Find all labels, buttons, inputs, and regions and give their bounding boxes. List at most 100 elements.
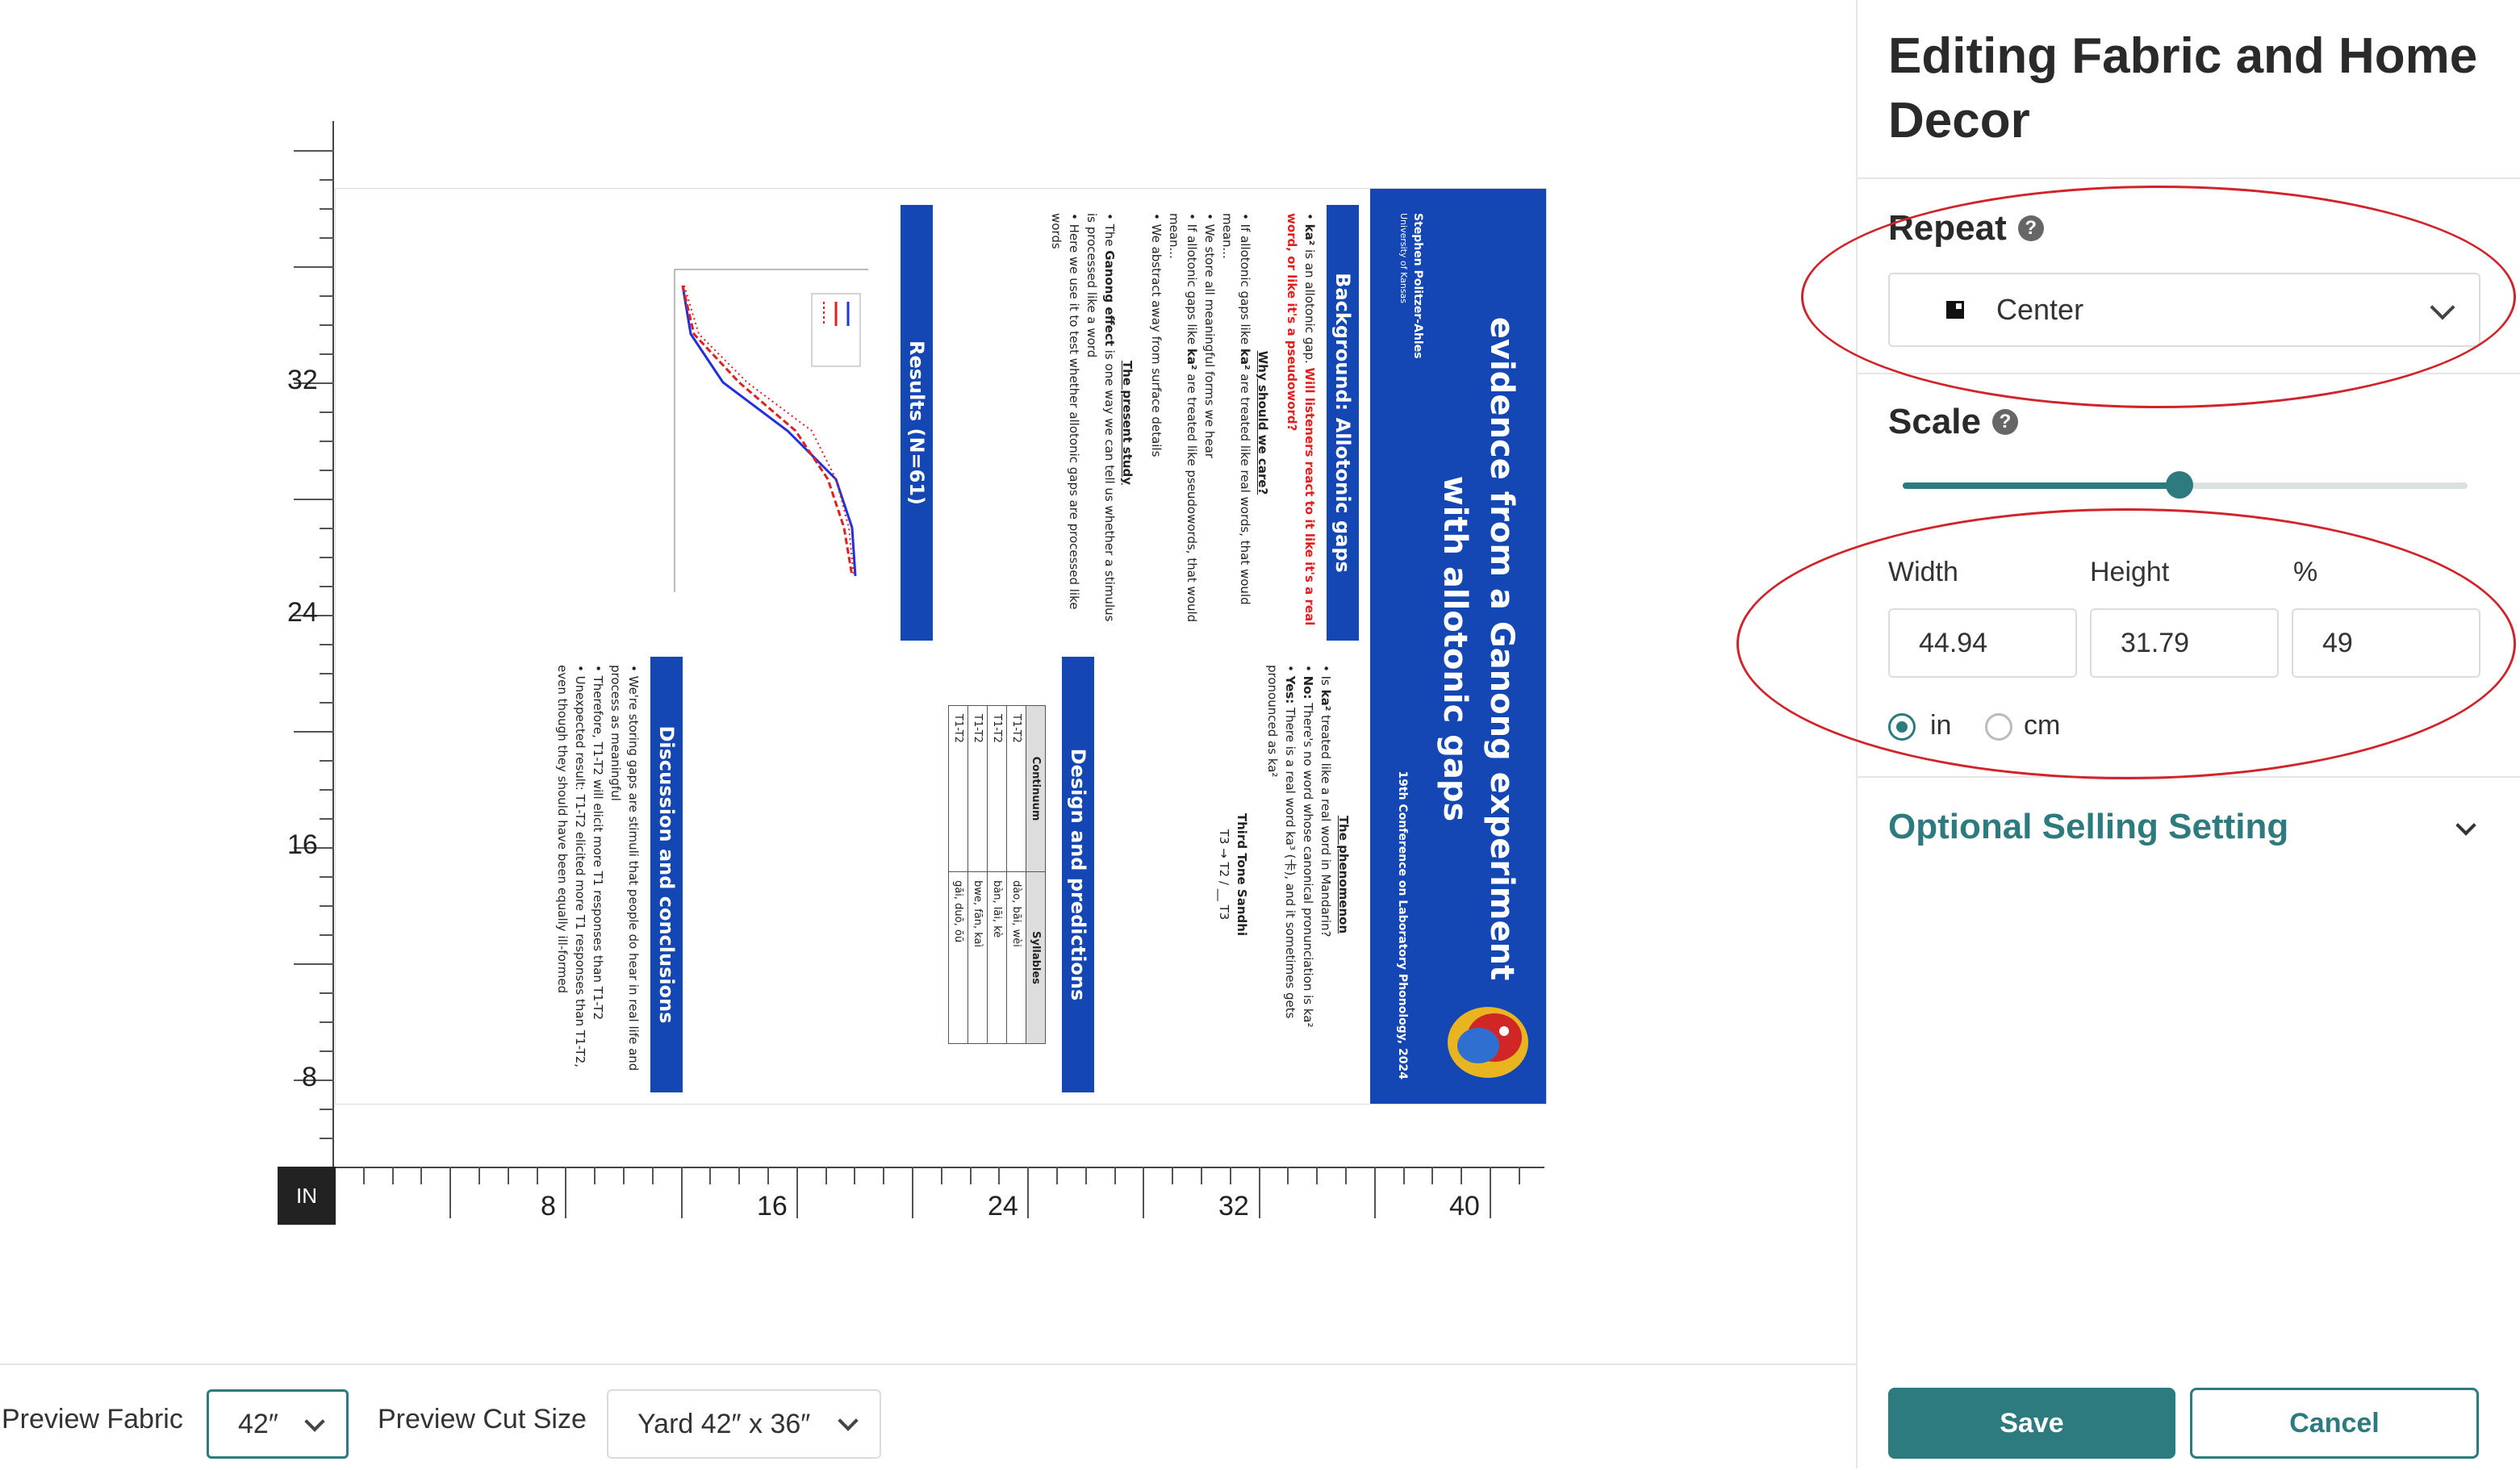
preview-fabric-label: Preview Fabric	[2, 1404, 183, 1435]
ruler-tick	[320, 992, 334, 994]
ruler-tick	[294, 266, 334, 268]
background-text: • ka² is an allotonic gap. Will listener…	[1049, 213, 1317, 626]
horizontal-ruler: 8 16 24 32 40	[334, 1167, 1544, 1223]
vertical-ruler: 32 24 16 8	[282, 121, 334, 1197]
ruler-label: 32	[1218, 1191, 1249, 1222]
unit-cm-radio[interactable]	[1985, 713, 2012, 741]
poster-author: Stephen Politzer-Ahles University of Kan…	[1398, 213, 1424, 359]
ruler-tick	[680, 1167, 683, 1218]
ruler-tick	[623, 1167, 625, 1184]
ruler-label: 8	[302, 1062, 317, 1092]
ruler-tick	[1431, 1167, 1434, 1184]
ruler-tick	[320, 1021, 334, 1023]
ruler-tick	[1056, 1167, 1058, 1184]
ruler-tick	[767, 1167, 769, 1184]
divider	[1858, 373, 2520, 374]
unit-badge: IN	[278, 1167, 336, 1225]
results-chart	[674, 269, 868, 592]
ruler-tick	[320, 644, 334, 645]
ruler-label: 24	[287, 597, 318, 628]
ruler-tick	[320, 441, 334, 442]
ruler-tick	[320, 411, 334, 413]
percent-field[interactable]: 49	[2292, 608, 2480, 678]
cancel-button[interactable]: Cancel	[2190, 1388, 2479, 1459]
ruler-tick	[449, 1167, 452, 1218]
ruler-tick	[294, 731, 334, 733]
width-label: Width	[1888, 557, 1958, 587]
optional-selling-toggle[interactable]: Optional Selling Setting	[1888, 807, 2288, 847]
ruler-tick	[1345, 1167, 1347, 1184]
ruler-label: 32	[287, 365, 318, 395]
ruler-tick	[320, 1050, 334, 1052]
ruler-label: 24	[988, 1191, 1018, 1222]
poster-header: evidence from a Ganong experiment with a…	[1370, 189, 1546, 1104]
section-background: Background: Allotonic gaps	[1327, 205, 1359, 641]
edit-panel: Editing Fabric and Home Decor Repeat ? C…	[1736, 0, 2520, 1468]
help-icon[interactable]: ?	[1991, 409, 2018, 435]
ruler-tick	[940, 1167, 942, 1184]
ruler-tick	[294, 963, 334, 965]
ruler-tick	[320, 673, 334, 674]
ruler-tick	[1201, 1167, 1202, 1184]
preview-cut-select[interactable]: Yard 42″ x 36″	[607, 1389, 881, 1459]
repeat-select[interactable]: Center	[1888, 273, 2480, 347]
scale-label: Scale ?	[1888, 402, 2018, 442]
ruler-tick	[479, 1167, 480, 1184]
ruler-tick	[320, 208, 334, 210]
height-field[interactable]: 31.79	[2090, 608, 2279, 678]
ruler-tick	[294, 150, 334, 152]
help-icon[interactable]: ?	[2017, 215, 2044, 241]
ruler-tick	[320, 528, 334, 529]
design-preview[interactable]: evidence from a Ganong experiment with a…	[336, 189, 1546, 1104]
section-results: Results (N=61)	[901, 205, 933, 641]
ruler-label: 8	[541, 1191, 556, 1222]
ruler-tick	[1258, 1167, 1260, 1218]
ruler-tick	[998, 1167, 1001, 1184]
ruler-tick	[854, 1167, 856, 1184]
poster-content: evidence from a Ganong experiment with a…	[336, 189, 1546, 1104]
ruler-tick	[883, 1167, 885, 1184]
ruler-tick	[912, 1167, 913, 1218]
chevron-down-icon[interactable]	[2455, 815, 2476, 836]
center-repeat-icon	[1946, 301, 1964, 319]
ruler-tick	[420, 1167, 423, 1184]
ruler-tick	[1027, 1167, 1030, 1218]
ruler-tick	[320, 470, 334, 471]
section-discussion: Discussion and conclusions	[650, 657, 683, 1092]
ruler-tick	[1172, 1167, 1174, 1184]
ruler-tick	[1229, 1167, 1231, 1184]
ruler-tick	[391, 1167, 394, 1184]
ruler-tick	[320, 353, 334, 355]
ruler-tick	[362, 1167, 365, 1184]
ruler-tick	[1461, 1167, 1463, 1184]
ruler-tick	[565, 1167, 567, 1218]
ruler-tick	[320, 557, 334, 558]
scale-slider[interactable]	[1903, 471, 2468, 499]
ruler-tick	[320, 818, 334, 820]
width-field[interactable]: 44.94	[1888, 608, 2077, 678]
ruler-label: 16	[287, 829, 318, 860]
ruler-tick	[320, 237, 334, 239]
save-button[interactable]: Save	[1888, 1388, 2175, 1459]
preview-cut-label: Preview Cut Size	[378, 1404, 587, 1435]
ruler-tick	[507, 1167, 509, 1184]
slider-thumb[interactable]	[2166, 471, 2193, 499]
ruler-tick	[320, 179, 334, 181]
phenomenon-text: The phenomenon • Is ka² treated like a r…	[1217, 665, 1351, 1028]
ruler-tick	[320, 789, 334, 791]
ruler-tick	[796, 1167, 798, 1218]
unit-in-radio[interactable]	[1888, 713, 1916, 741]
ruler-tick	[1143, 1167, 1145, 1218]
ruler-label: 40	[1449, 1191, 1480, 1222]
ruler-tick	[1490, 1167, 1491, 1218]
divider	[1858, 776, 2520, 778]
ruler-tick	[969, 1167, 972, 1184]
ruler-tick	[320, 760, 334, 762]
ruler-tick	[320, 1138, 334, 1139]
ruler-tick	[1373, 1167, 1376, 1218]
preview-fabric-select[interactable]: 42″	[207, 1389, 349, 1459]
canvas-area: 32 24 16 8 8 16 24 32 40 IN evidence fro…	[0, 0, 1856, 1364]
ruler-tick	[1084, 1167, 1087, 1184]
chevron-down-icon	[838, 1410, 859, 1431]
percent-label: %	[2293, 557, 2318, 587]
